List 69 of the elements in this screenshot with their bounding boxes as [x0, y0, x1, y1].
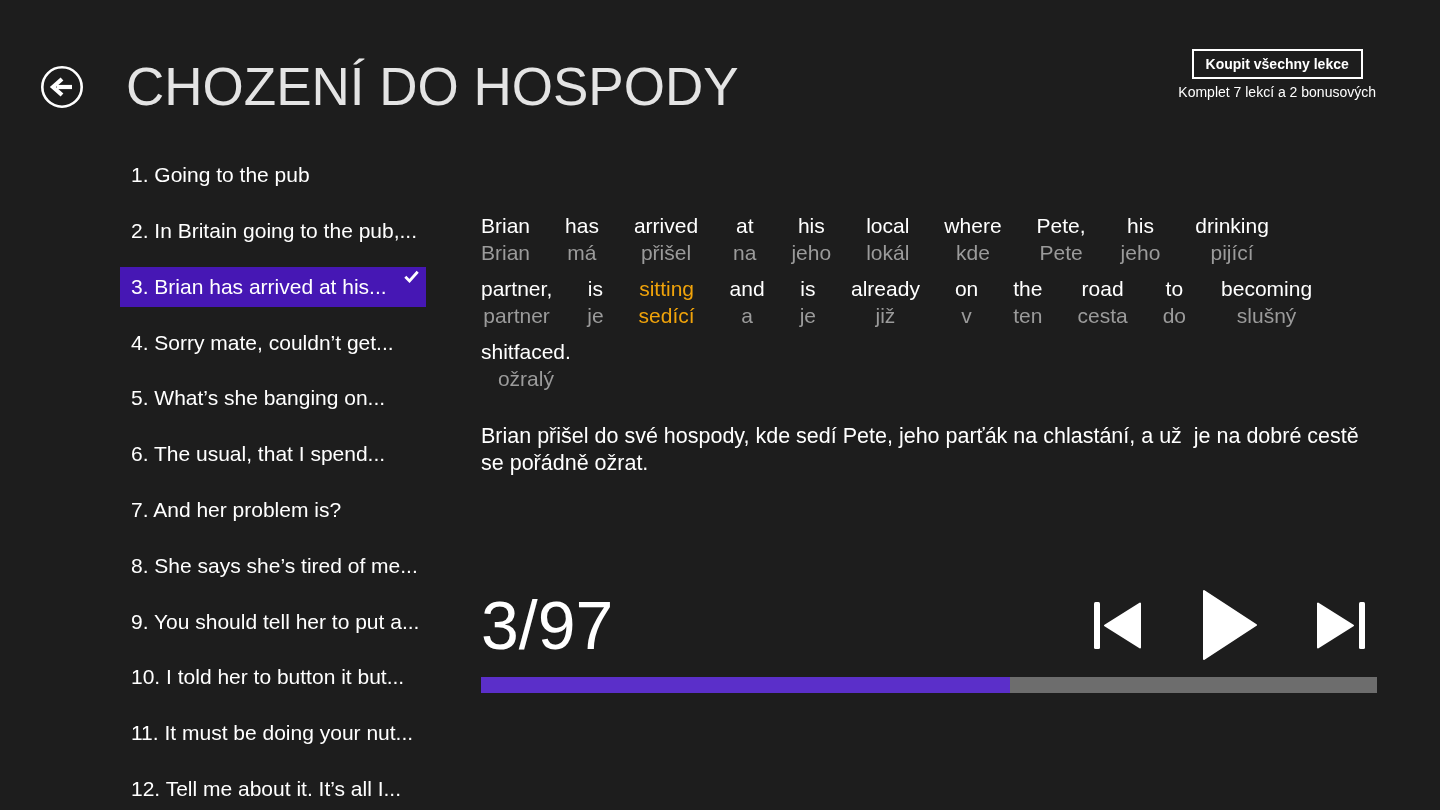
- czech-gloss: jeho: [791, 240, 832, 266]
- czech-gloss: cesta: [1077, 303, 1128, 329]
- back-button[interactable]: [41, 66, 83, 108]
- czech-gloss: Brian: [481, 240, 531, 266]
- skip-previous-icon: [1094, 601, 1141, 649]
- english-word: shitfaced.: [481, 339, 571, 365]
- sentence-list-item[interactable]: 3. Brian has arrived at his...: [120, 266, 426, 307]
- czech-gloss: má: [567, 240, 597, 266]
- english-word: partner,: [481, 276, 553, 302]
- czech-gloss: a: [741, 303, 753, 329]
- czech-gloss: Pete: [1039, 240, 1083, 266]
- english-word: where: [944, 213, 1002, 239]
- czech-gloss: ten: [1013, 303, 1043, 329]
- english-word: on: [954, 276, 979, 302]
- sentence-list-item[interactable]: 7. And her problem is?: [120, 489, 426, 530]
- czech-gloss: partner: [483, 303, 550, 329]
- czech-gloss: sedící: [638, 303, 695, 329]
- czech-gloss: jeho: [1120, 240, 1161, 266]
- english-word: is: [800, 276, 816, 302]
- skip-next-icon: [1317, 601, 1365, 649]
- english-word: becoming: [1221, 276, 1313, 302]
- next-button[interactable]: [1317, 601, 1365, 649]
- sentence-list-item[interactable]: 9. You should tell her to put a...: [120, 601, 426, 642]
- english-word: already: [851, 276, 920, 302]
- sentence-list-item[interactable]: 4. Sorry mate, couldn’t get...: [120, 322, 426, 363]
- previous-button[interactable]: [1094, 601, 1141, 649]
- check-icon: [404, 269, 419, 283]
- play-icon: [1203, 590, 1257, 660]
- english-word: Pete,: [1036, 213, 1086, 239]
- sentence-list-item[interactable]: 2. In Britain going to the pub,...: [120, 210, 426, 251]
- czech-gloss: lokál: [866, 240, 910, 266]
- english-word: the: [1013, 276, 1043, 302]
- sentence-list-item[interactable]: 10. I told her to button it but...: [120, 657, 426, 698]
- english-word: local: [866, 213, 910, 239]
- czech-gloss: pijící: [1210, 240, 1254, 266]
- sentence-list-item[interactable]: 11. It must be doing your nut...: [120, 712, 426, 753]
- czech-gloss: ožralý: [497, 366, 554, 392]
- czech-gloss: do: [1162, 303, 1187, 329]
- page-title: CHOZENÍ DO HOSPODY: [126, 59, 739, 115]
- czech-gloss: již: [875, 303, 896, 329]
- sentence-list-item[interactable]: 1. Going to the pub: [120, 155, 426, 195]
- english-word: and: [729, 276, 765, 302]
- czech-gloss: je: [799, 303, 816, 329]
- sentence-list-item[interactable]: 12. Tell me about it. It’s all I...: [120, 768, 426, 809]
- play-button[interactable]: [1203, 590, 1257, 660]
- english-word: Brian: [481, 213, 531, 239]
- english-word: arrived: [633, 213, 699, 239]
- english-word: has: [565, 213, 599, 239]
- english-word: his: [797, 213, 825, 239]
- sentence-counter: 3/97: [481, 591, 614, 659]
- czech-gloss: kde: [956, 240, 990, 266]
- bundle-note: Komplet 7 lekcí a 2 bonusových: [1178, 83, 1376, 101]
- english-word: his: [1127, 213, 1154, 239]
- sentence-translation: Brian přišel do své hospody, kde sedí Pete, jeho parťák na chlastání, a už je na dobré cestě se pořádně ožrat.: [481, 423, 1360, 477]
- sentence-list-item[interactable]: 8. She says she’s tired of me...: [120, 545, 426, 586]
- czech-gloss: v: [961, 303, 972, 329]
- czech-gloss: je: [587, 303, 604, 329]
- czech-gloss: přišel: [640, 240, 692, 266]
- english-word: drinking: [1195, 213, 1269, 239]
- english-word: sitting: [639, 276, 694, 302]
- sentence-list-item[interactable]: 6. The usual, that I spend...: [120, 434, 426, 474]
- english-word: is: [587, 276, 603, 302]
- sentence-list-item[interactable]: 5. What’s she banging on...: [120, 378, 426, 419]
- english-word: to: [1165, 276, 1184, 302]
- czech-gloss: na: [733, 240, 757, 266]
- buy-all-lessons-button[interactable]: Koupit všechny lekce: [1191, 49, 1363, 79]
- english-word: at: [736, 213, 754, 239]
- english-word: road: [1081, 276, 1124, 302]
- czech-gloss: slušný: [1236, 303, 1297, 329]
